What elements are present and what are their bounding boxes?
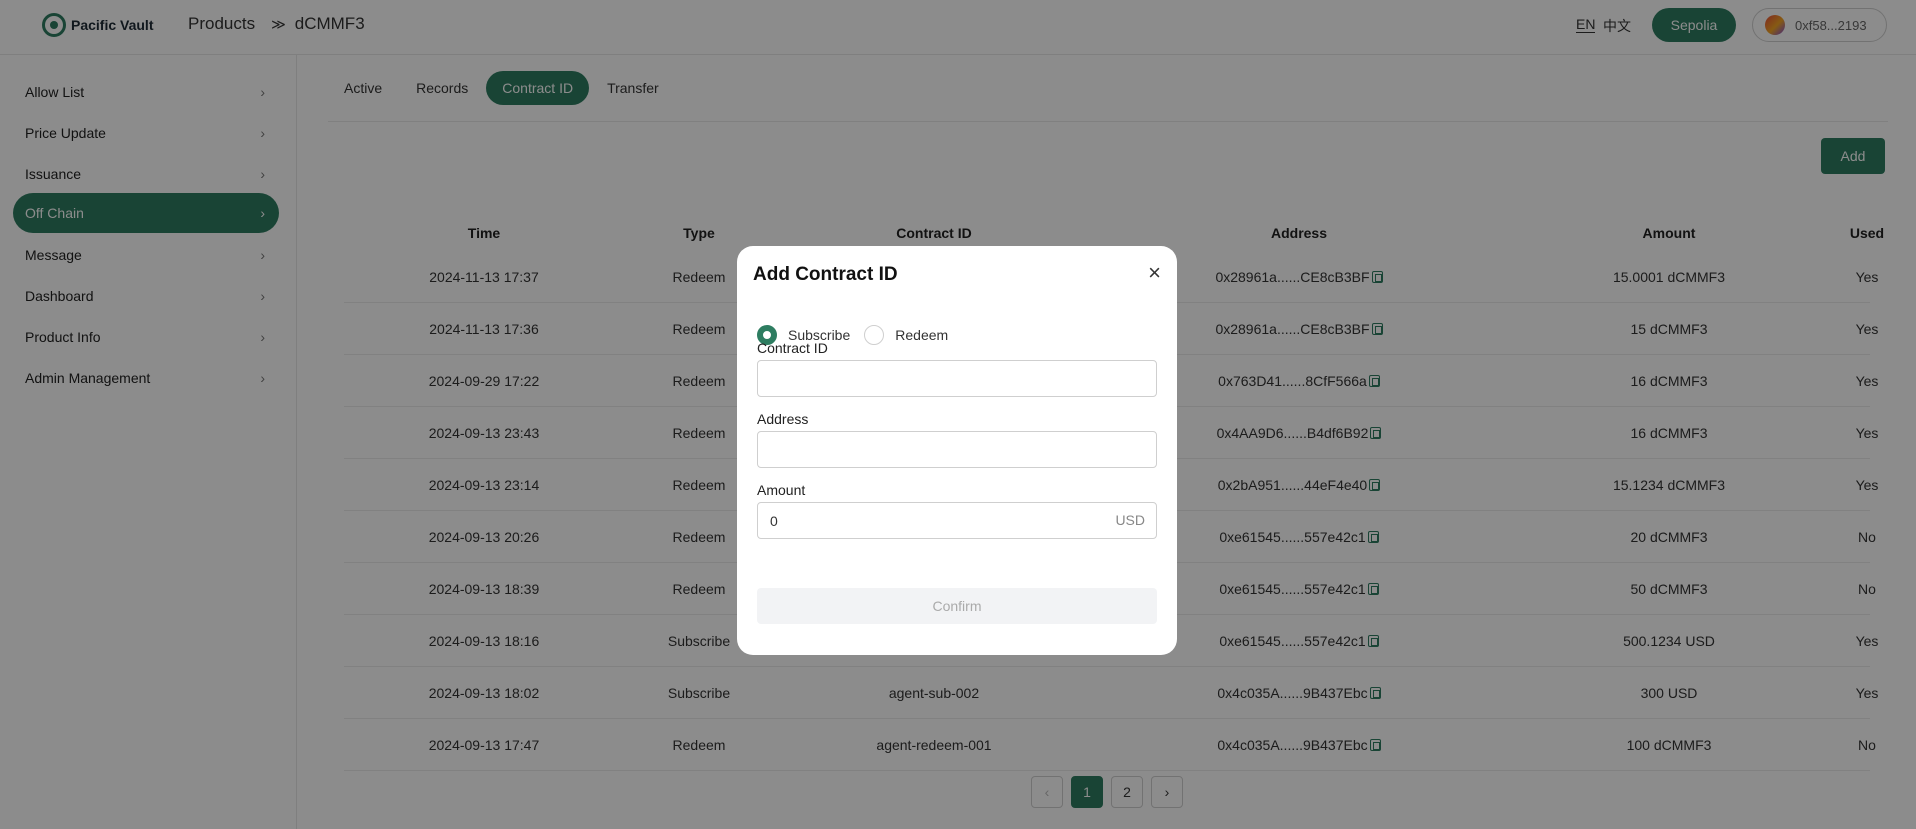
close-icon[interactable]: ×: [1148, 262, 1161, 284]
contract-id-input[interactable]: [757, 360, 1157, 397]
confirm-button[interactable]: Confirm: [757, 588, 1157, 624]
amount-label: Amount: [757, 482, 806, 498]
contract-id-label: Contract ID: [757, 340, 828, 356]
redeem-radio-label[interactable]: Redeem: [895, 327, 948, 343]
address-label: Address: [757, 411, 809, 427]
address-input[interactable]: [757, 431, 1157, 468]
amount-input[interactable]: [757, 502, 1157, 539]
amount-currency-suffix: USD: [1115, 512, 1145, 528]
dialog-title: Add Contract ID: [753, 264, 898, 285]
redeem-radio[interactable]: [864, 325, 885, 345]
add-contract-id-dialog: Add Contract ID × Subscribe Redeem Contr…: [737, 246, 1177, 655]
